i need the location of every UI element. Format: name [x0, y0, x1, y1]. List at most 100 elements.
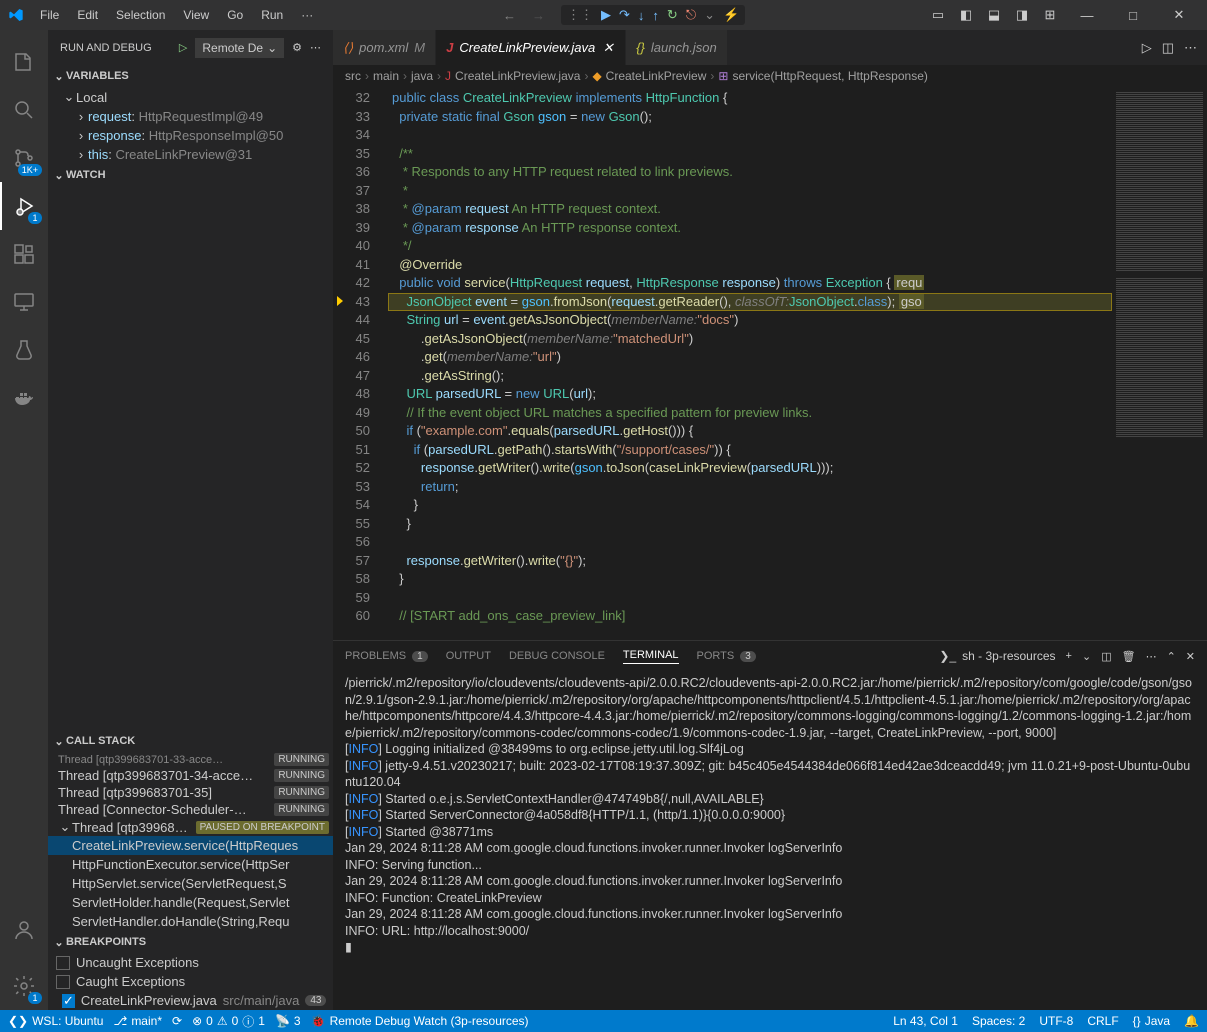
hot-reload-icon[interactable]: ⚡: [723, 7, 739, 23]
tab-pom[interactable]: ⟨⟩pom.xmlM: [333, 30, 436, 65]
panel-ports[interactable]: PORTS3: [697, 650, 756, 662]
var-request[interactable]: ›request: HttpRequestImpl@49: [58, 107, 333, 126]
bp-uncaught[interactable]: Uncaught Exceptions: [48, 953, 333, 972]
checkbox[interactable]: ✓: [62, 994, 75, 1008]
menu-edit[interactable]: Edit: [69, 4, 106, 26]
sb-eol[interactable]: CRLF: [1087, 1014, 1118, 1028]
sb-sync[interactable]: ⟳: [172, 1014, 182, 1028]
run-icon[interactable]: ▷: [1142, 40, 1152, 56]
step-out-icon[interactable]: ↑: [652, 8, 659, 23]
menu-view[interactable]: View: [175, 4, 217, 26]
more-icon[interactable]: ⋯: [310, 41, 321, 54]
stack-frame[interactable]: CreateLinkPreview.service(HttpReques: [48, 836, 333, 855]
code-editor[interactable]: public class CreateLinkPreview implement…: [388, 87, 1112, 640]
sb-position[interactable]: Ln 43, Col 1: [893, 1014, 958, 1028]
menu-more[interactable]: ···: [293, 4, 321, 26]
thread-row[interactable]: Thread [Connector-Scheduler-…RUNNING: [48, 801, 333, 818]
activity-account[interactable]: [0, 906, 48, 954]
thread-row[interactable]: ⌄Thread [qtp39968…PAUSED ON BREAKPOINT: [48, 818, 333, 836]
layout-sidebar-right-icon[interactable]: ◨: [1011, 4, 1033, 26]
thread-row[interactable]: Thread [qtp399683701-35]RUNNING: [48, 784, 333, 801]
nav-forward-icon[interactable]: →: [532, 8, 545, 23]
step-into-icon[interactable]: ↓: [638, 8, 645, 23]
menu-go[interactable]: Go: [219, 4, 251, 26]
terminal-output[interactable]: /pierrick/.m2/repository/io/cloudevents/…: [333, 671, 1207, 1010]
var-this[interactable]: ›this: CreateLinkPreview@31: [58, 145, 333, 164]
checkbox[interactable]: [56, 975, 70, 989]
layout-sidebar-bottom-icon[interactable]: ⬓: [983, 4, 1005, 26]
breadcrumb[interactable]: src› main› java› JCreateLinkPreview.java…: [333, 65, 1207, 87]
maximize-icon[interactable]: □: [1113, 1, 1153, 29]
menu-run[interactable]: Run: [253, 4, 291, 26]
menu-selection[interactable]: Selection: [108, 4, 173, 26]
activity-docker[interactable]: [0, 374, 48, 422]
bp-caught[interactable]: Caught Exceptions: [48, 972, 333, 991]
chevron-down-icon[interactable]: ⌄: [1082, 650, 1091, 663]
new-terminal-icon[interactable]: +: [1066, 650, 1072, 662]
activity-source-control[interactable]: 1K+: [0, 134, 48, 182]
debug-chevron-icon[interactable]: ⌄: [704, 7, 715, 23]
activity-search[interactable]: [0, 86, 48, 134]
sb-debug[interactable]: 🐞Remote Debug Watch (3p-resources): [311, 1014, 529, 1028]
activity-remote[interactable]: [0, 278, 48, 326]
sb-lang[interactable]: {}Java: [1133, 1014, 1170, 1028]
tab-launch[interactable]: {}launch.json: [626, 30, 727, 65]
step-over-icon[interactable]: ↷: [619, 7, 630, 23]
stack-frame[interactable]: ServletHandler.doHandle(String,Requ: [48, 912, 333, 931]
menu-file[interactable]: File: [32, 4, 67, 26]
stack-frame[interactable]: HttpFunctionExecutor.service(HttpSer: [48, 855, 333, 874]
activity-extensions[interactable]: [0, 230, 48, 278]
gutter[interactable]: 3233343536373839404142434445464748495051…: [333, 87, 388, 640]
run-config-select[interactable]: Remote De ⌄: [195, 38, 284, 58]
close-icon[interactable]: ✕: [1159, 1, 1199, 29]
split-icon[interactable]: ◫: [1162, 40, 1174, 56]
activity-settings[interactable]: 1: [0, 962, 48, 1010]
close-icon[interactable]: ✕: [1186, 650, 1195, 663]
restart-icon[interactable]: ↻: [667, 7, 678, 23]
minimap[interactable]: [1112, 87, 1207, 640]
sb-remote[interactable]: ❮❯WSL: Ubuntu: [8, 1014, 103, 1028]
sb-ports[interactable]: 📡3: [275, 1014, 301, 1028]
section-variables[interactable]: ⌄VARIABLES: [48, 65, 333, 87]
sb-notifications[interactable]: 🔔: [1184, 1014, 1199, 1028]
start-debug-icon[interactable]: ▷: [179, 41, 187, 54]
continue-icon[interactable]: ▶: [601, 7, 611, 23]
activity-testing[interactable]: [0, 326, 48, 374]
sb-encoding[interactable]: UTF-8: [1039, 1014, 1073, 1028]
panel-debug-console[interactable]: DEBUG CONSOLE: [509, 650, 605, 662]
split-terminal-icon[interactable]: ◫: [1101, 650, 1111, 663]
section-breakpoints[interactable]: ⌄BREAKPOINTS: [48, 931, 333, 953]
gear-icon[interactable]: ⚙: [292, 41, 302, 54]
drag-handle-icon[interactable]: ⋮⋮: [567, 7, 593, 23]
panel-output[interactable]: OUTPUT: [446, 650, 491, 662]
stack-frame[interactable]: ServletHolder.handle(Request,Servlet: [48, 893, 333, 912]
scope-local[interactable]: ⌄Local: [58, 87, 333, 107]
more-icon[interactable]: ⋯: [1184, 40, 1197, 56]
section-watch[interactable]: ⌄WATCH: [48, 164, 333, 186]
trash-icon[interactable]: 🗑: [1122, 650, 1136, 663]
panel-problems[interactable]: PROBLEMS1: [345, 650, 428, 662]
minimize-icon[interactable]: ―: [1067, 1, 1107, 29]
section-callstack[interactable]: ⌄CALL STACK: [48, 730, 333, 752]
activity-explorer[interactable]: [0, 38, 48, 86]
nav-back-icon[interactable]: ←: [503, 8, 516, 23]
sb-spaces[interactable]: Spaces: 2: [972, 1014, 1025, 1028]
panel-terminal[interactable]: TERMINAL: [623, 649, 679, 664]
terminal-select[interactable]: ❯_sh - 3p-resources: [939, 649, 1055, 663]
activity-debug[interactable]: 1: [0, 182, 48, 230]
sb-problems[interactable]: ⊗0 ⚠0 ⓘ1: [192, 1013, 265, 1030]
thread-row[interactable]: Thread [qtp399683701-34-acce…RUNNING: [48, 767, 333, 784]
layout-panel-icon[interactable]: ▭: [927, 4, 949, 26]
more-icon[interactable]: ⋯: [1146, 650, 1157, 663]
close-icon[interactable]: ✕: [601, 41, 615, 55]
bp-file[interactable]: ✓CreateLinkPreview.javasrc/main/java43: [48, 991, 333, 1010]
chevron-up-icon[interactable]: ⌃: [1167, 650, 1176, 663]
layout-sidebar-left-icon[interactable]: ◧: [955, 4, 977, 26]
checkbox[interactable]: [56, 956, 70, 970]
sb-branch[interactable]: ⎇main*: [113, 1014, 162, 1028]
layout-customize-icon[interactable]: ⊞: [1039, 4, 1061, 26]
disconnect-icon[interactable]: ⎋: [686, 7, 696, 23]
tab-createlinkpreview[interactable]: JCreateLinkPreview.java✕: [436, 30, 626, 65]
stack-frame[interactable]: HttpServlet.service(ServletRequest,S: [48, 874, 333, 893]
var-response[interactable]: ›response: HttpResponseImpl@50: [58, 126, 333, 145]
